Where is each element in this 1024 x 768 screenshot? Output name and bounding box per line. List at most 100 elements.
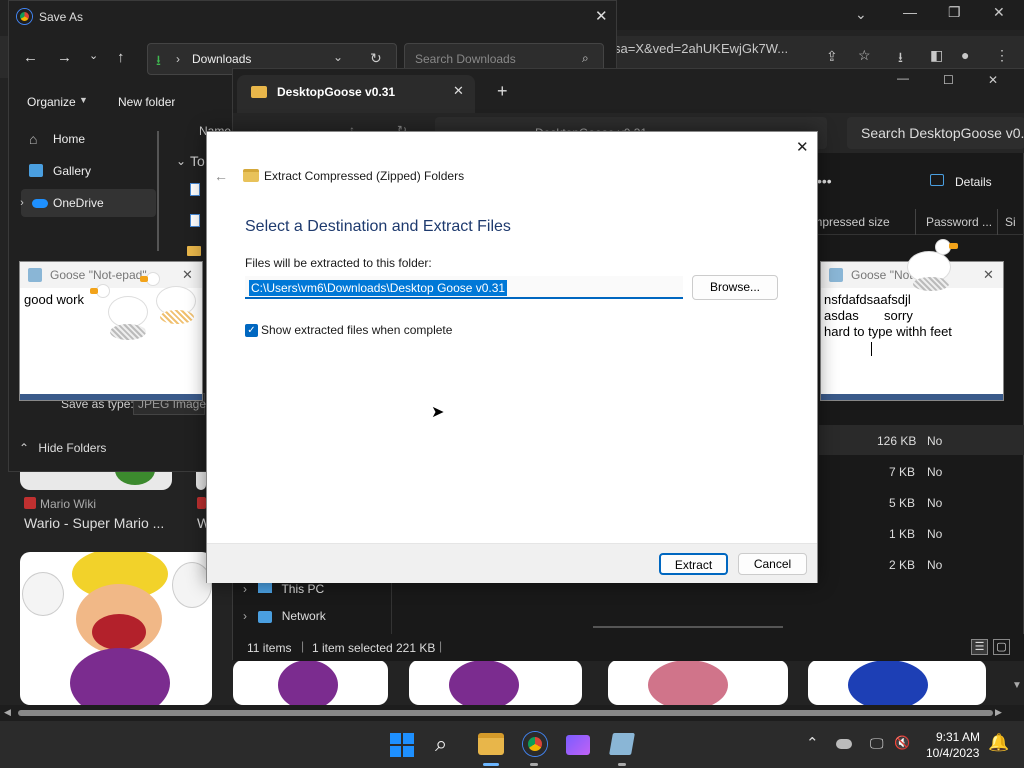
save-as-title: Save As <box>39 10 84 24</box>
horizontal-scrollbar[interactable] <box>593 626 783 628</box>
close-icon[interactable]: ✕ <box>988 73 998 87</box>
sidebar-item-label: Gallery <box>53 164 92 178</box>
close-icon[interactable]: ✕ <box>983 262 994 288</box>
volume-muted-icon[interactable]: 🔇 <box>894 735 910 751</box>
notification-bell-icon[interactable]: 🔔 <box>988 733 1009 753</box>
column-separator <box>997 209 998 235</box>
scroll-thumb[interactable] <box>18 710 993 716</box>
chevron-right-icon[interactable]: › <box>15 189 29 217</box>
sidebar-item-home[interactable]: ⌂ Home <box>21 125 156 153</box>
chevron-down-icon[interactable]: ⌄ <box>333 50 343 64</box>
home-icon: ⌂ <box>29 131 38 147</box>
wario-glove-left <box>22 572 64 616</box>
details-pane-icon <box>930 174 944 186</box>
up-arrow-icon[interactable]: ↑ <box>117 49 125 66</box>
clipchamp-icon[interactable] <box>566 735 590 755</box>
clock-date[interactable]: 10/4/2023 <box>926 746 979 760</box>
tray-chevron-up-icon[interactable]: ⌃ <box>806 734 819 752</box>
clock-time[interactable]: 9:31 AM <box>936 730 980 744</box>
row-password: No <box>927 496 943 510</box>
tiles-view-icon[interactable]: ▢ <box>993 639 1010 655</box>
network-status-icon[interactable]: 🖵 <box>870 735 884 752</box>
sidebar-item-label: Network <box>281 609 326 623</box>
cancel-button[interactable]: Cancel <box>738 553 807 575</box>
search-input[interactable]: Search DesktopGoose v0.31 <box>847 117 1024 149</box>
image-result-thumb[interactable] <box>608 660 788 705</box>
sidepanel-icon[interactable]: ◧ <box>930 47 943 64</box>
chevron-down-icon[interactable]: ⌄ <box>176 154 186 168</box>
recent-locations-icon[interactable]: ⌄ <box>89 49 98 62</box>
bookmark-star-icon[interactable]: ☆ <box>858 47 871 64</box>
scroll-left-icon[interactable]: ◀ <box>4 707 11 718</box>
close-tab-icon[interactable]: ✕ <box>453 83 464 99</box>
result-image-shape <box>848 660 928 705</box>
download-folder-icon: ⭳ <box>156 52 161 68</box>
refresh-icon[interactable]: ↻ <box>370 50 382 67</box>
minimize-icon[interactable]: — <box>903 4 917 20</box>
sidebar-item-onedrive[interactable]: › OneDrive <box>20 189 156 217</box>
goose-shadow <box>110 324 146 340</box>
share-icon[interactable]: ⇪ <box>826 48 838 65</box>
result-title[interactable]: Wario - Super Mario ... <box>24 515 164 531</box>
table-row[interactable] <box>819 425 1024 455</box>
windows-start-icon[interactable] <box>390 733 414 757</box>
sidebar-item-label: OneDrive <box>53 196 104 210</box>
goose-sprite[interactable] <box>90 284 150 344</box>
status-selected: 1 item selected <box>312 641 393 655</box>
restore-icon[interactable]: ❐ <box>948 4 961 21</box>
image-result-thumb[interactable] <box>409 660 582 705</box>
scroll-right-icon[interactable]: ▶ <box>995 707 1002 718</box>
notepad-taskbar-icon[interactable] <box>609 733 635 755</box>
sidebar-item-network[interactable]: › Network <box>243 608 383 630</box>
browse-button[interactable]: Browse... <box>692 275 778 300</box>
new-tab-icon[interactable]: + <box>497 81 508 102</box>
app-indicator <box>618 763 626 766</box>
show-files-checkbox[interactable]: ✓ <box>245 324 258 337</box>
goose-sprite[interactable] <box>905 237 961 291</box>
vertical-scrollbar[interactable]: ▼ <box>1010 680 1024 705</box>
column-size[interactable]: Si <box>1005 215 1017 229</box>
omnibox-url[interactable]: sa=X&ved=2ahUKEwjGk7W... <box>614 36 824 62</box>
new-folder-button[interactable]: New folder <box>118 95 175 109</box>
close-icon[interactable]: ✕ <box>796 138 809 156</box>
result-title[interactable]: W <box>197 515 206 531</box>
row-size: 5 KB <box>889 496 916 510</box>
close-icon[interactable]: ✕ <box>993 4 1005 21</box>
sidebar-item-thispc[interactable]: › This PC <box>243 582 383 604</box>
column-headers: Compressed size Password ... Si <box>797 209 1024 235</box>
file-explorer-icon[interactable] <box>478 733 504 755</box>
explorer-tab[interactable]: DesktopGoose v0.31 ✕ <box>237 75 475 113</box>
column-password[interactable]: Password ... <box>926 215 996 229</box>
sidebar-item-gallery[interactable]: Gallery <box>21 157 156 185</box>
profile-icon[interactable]: ● <box>961 47 969 63</box>
page-horizontal-scrollbar[interactable]: ◀ ▶ <box>0 705 1024 721</box>
result-image-shape <box>278 660 338 705</box>
details-view-icon[interactable]: ☰ <box>971 639 988 655</box>
details-button[interactable]: Details <box>955 175 992 189</box>
forward-arrow-icon[interactable]: → <box>57 49 72 66</box>
image-result-thumb[interactable] <box>233 660 388 705</box>
menu-icon[interactable]: ⋮ <box>995 47 1009 64</box>
more-options-icon[interactable]: ••• <box>817 173 832 189</box>
image-result-thumb[interactable] <box>808 660 986 705</box>
chrome-icon[interactable] <box>523 732 547 756</box>
organize-button[interactable]: Organize <box>27 95 76 109</box>
notepad-text[interactable]: nsfdafdsaafsdjl asdas sorry hard to type… <box>821 288 1003 344</box>
goose-sprite[interactable] <box>140 272 198 331</box>
cloud-status-icon[interactable] <box>836 739 852 749</box>
file-icon <box>190 214 200 227</box>
back-arrow-icon[interactable]: ← <box>214 168 228 184</box>
extract-button[interactable]: Extract <box>659 553 728 575</box>
wario-image-result[interactable] <box>20 552 212 705</box>
destination-path-input[interactable]: C:\Users\vm6\Downloads\Desktop Goose v0.… <box>245 276 683 299</box>
minimize-icon[interactable]: — <box>897 71 909 85</box>
goose-beak <box>949 243 958 249</box>
hide-folders-toggle[interactable]: ⌃ Hide Folders <box>19 441 106 455</box>
tab-search-icon[interactable]: ⌄ <box>855 6 867 23</box>
nav-pane-divider <box>391 579 392 634</box>
close-icon[interactable]: ✕ <box>595 7 608 25</box>
back-arrow-icon[interactable]: ← <box>23 49 38 66</box>
search-icon[interactable]: ⌕ <box>435 731 447 757</box>
column-separator <box>915 209 916 235</box>
maximize-icon[interactable]: ☐ <box>943 73 954 87</box>
